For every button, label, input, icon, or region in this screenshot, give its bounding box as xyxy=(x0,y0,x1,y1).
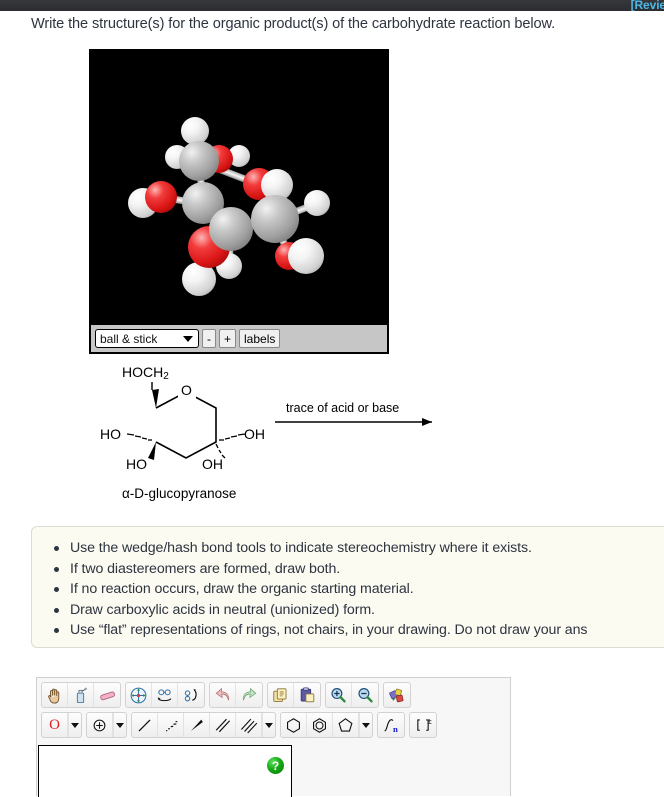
chevron-down-icon xyxy=(265,722,273,728)
tool-group-select xyxy=(41,682,121,708)
hash-bond-icon[interactable] xyxy=(158,713,184,737)
tool-group-transform xyxy=(125,682,205,708)
hydroxymethyl-text: HOCH xyxy=(122,364,164,380)
zoom-in-icon[interactable] xyxy=(326,683,352,707)
hydroxymethyl-label: HOCH2 xyxy=(122,364,169,382)
representation-value: ball & stick xyxy=(100,331,158,346)
oxygen-atom-tool[interactable]: O xyxy=(42,713,68,737)
c3-hydroxyl-label: HO xyxy=(126,456,147,472)
chain-repeat-icon[interactable]: n xyxy=(378,713,404,737)
tool-group-zoom xyxy=(325,682,379,708)
molecule-viewer[interactable]: ball & stick - + labels xyxy=(89,49,389,354)
anomeric-hydroxyl-label: OH xyxy=(244,426,265,442)
molecule-atom-c xyxy=(251,195,299,243)
tool-group-bracket: ± xyxy=(409,712,437,738)
tool-group-chain: n xyxy=(377,712,405,738)
tool-group-history xyxy=(209,682,263,708)
representation-select[interactable]: ball & stick xyxy=(95,329,199,348)
sketcher-toolbar-row-2: O n ± xyxy=(37,710,510,740)
svg-text:±: ± xyxy=(427,716,432,725)
chevron-down-icon xyxy=(362,722,370,728)
wedge-bond-icon[interactable] xyxy=(184,713,210,737)
labels-button[interactable]: labels xyxy=(239,329,281,348)
molecule-atom-o xyxy=(145,181,177,213)
instructions-list: Use the wedge/hash bond tools to indicat… xyxy=(32,538,664,641)
hand-pan-icon[interactable] xyxy=(42,683,68,707)
zoom-out-icon[interactable] xyxy=(352,683,378,707)
rotate-3d-icon[interactable] xyxy=(178,683,204,707)
instruction-item: Use the wedge/hash bond tools to indicat… xyxy=(54,538,664,559)
atom-dropdown-toggle[interactable] xyxy=(68,713,81,737)
charge-tool[interactable] xyxy=(87,713,113,737)
cyclohexane-icon[interactable] xyxy=(281,713,307,737)
structure-sketcher: O n ± ? xyxy=(36,677,511,797)
bracket-charge-icon[interactable]: ± xyxy=(410,713,436,737)
copy-icon[interactable] xyxy=(268,683,294,707)
cleanup-icon[interactable] xyxy=(68,683,94,707)
double-bond-icon[interactable] xyxy=(210,713,236,737)
chevron-down-icon xyxy=(183,335,193,342)
help-button[interactable]: ? xyxy=(267,757,284,774)
ring-dropdown-toggle[interactable] xyxy=(359,713,372,737)
rotate-2d-icon[interactable] xyxy=(152,683,178,707)
tool-group-charge xyxy=(86,712,127,738)
tool-group-bonds xyxy=(131,712,276,738)
molecule-atom-c xyxy=(209,207,253,251)
zoom-out-button[interactable]: - xyxy=(202,329,216,348)
redo-icon[interactable] xyxy=(236,683,262,707)
zoom-in-button[interactable]: + xyxy=(219,329,237,348)
reaction-condition-label: trace of acid or base xyxy=(286,401,400,415)
sketcher-toolbar-row-1 xyxy=(37,678,510,710)
eraser-icon[interactable] xyxy=(94,683,120,707)
chevron-down-icon xyxy=(71,722,79,728)
cyclopentane-icon[interactable] xyxy=(333,713,359,737)
undo-icon[interactable] xyxy=(210,683,236,707)
chevron-down-icon xyxy=(116,722,124,728)
charge-dropdown-toggle[interactable] xyxy=(113,713,126,737)
instruction-item: If no reaction occurs, draw the organic … xyxy=(54,579,664,600)
move-icon[interactable] xyxy=(126,683,152,707)
top-bar: [Revie xyxy=(0,0,664,11)
molecule-atom-c xyxy=(179,141,219,181)
c2-hydroxyl-label: OH xyxy=(202,456,223,472)
benzene-icon[interactable] xyxy=(307,713,333,737)
hydroxymethyl-subscript: 2 xyxy=(163,371,169,382)
bond-dropdown-toggle[interactable] xyxy=(262,713,275,737)
ring-oxygen-label: O xyxy=(181,382,192,398)
tool-group-atom-color xyxy=(383,682,411,708)
tool-group-rings xyxy=(280,712,373,738)
tool-group-clipboard xyxy=(267,682,321,708)
molecule-canvas[interactable] xyxy=(91,51,387,324)
question-prompt: Write the structure(s) for the organic p… xyxy=(31,16,556,32)
single-bond-icon[interactable] xyxy=(132,713,158,737)
atom-color-icon[interactable] xyxy=(384,683,410,707)
reactant-name-label: α-D-glucopyranose xyxy=(122,486,237,501)
instruction-item: If two diastereomers are formed, draw bo… xyxy=(54,559,664,580)
c4-hydroxyl-label: HO xyxy=(100,426,121,442)
drawing-canvas[interactable]: ? xyxy=(38,745,292,797)
paste-icon[interactable] xyxy=(294,683,320,707)
svg-text:n: n xyxy=(393,723,398,733)
review-link[interactable]: [Revie xyxy=(631,0,664,11)
instructions-box: Use the wedge/hash bond tools to indicat… xyxy=(31,526,664,648)
molecule-atom-h xyxy=(288,238,324,274)
viewer-controls: ball & stick - + labels xyxy=(91,324,387,352)
instruction-item: Use “flat” representations of rings, not… xyxy=(54,620,664,641)
triple-bond-icon[interactable] xyxy=(236,713,262,737)
molecule-atom-h xyxy=(304,190,330,216)
instruction-item: Draw carboxylic acids in neutral (unioni… xyxy=(54,600,664,621)
tool-group-atom: O xyxy=(41,712,82,738)
oxygen-atom-label: O xyxy=(49,716,60,733)
reaction-scheme: O HOCH2 HO OH HO OH trace of acid or bas… xyxy=(100,360,460,510)
